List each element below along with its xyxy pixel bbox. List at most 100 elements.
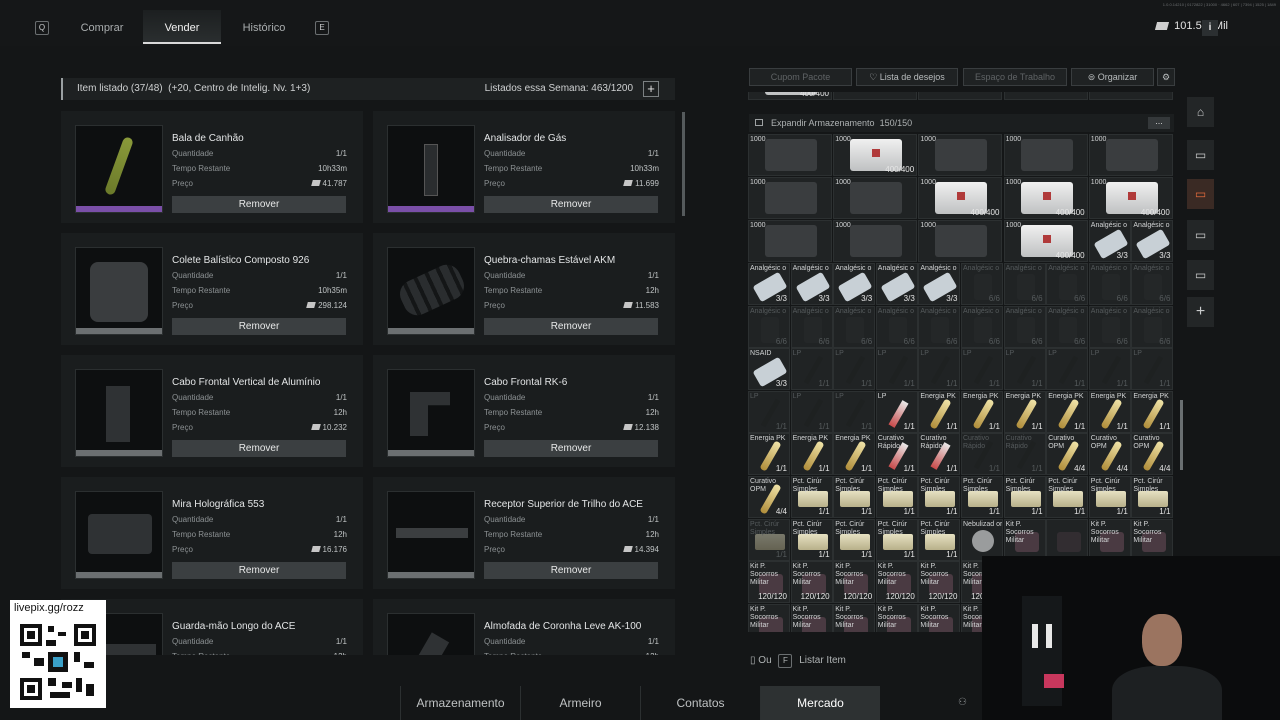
stash-item[interactable]: Analgésic o 6/6 (1003, 305, 1046, 348)
stash-item-large[interactable]: 1000 (748, 134, 832, 176)
plus-icon[interactable]: + (1187, 297, 1214, 327)
stash-item-large[interactable] (1088, 92, 1173, 100)
stash-item[interactable]: Energia PK 1/1 (1046, 390, 1089, 433)
stash-item[interactable]: Energia PK 1/1 (1088, 390, 1131, 433)
stash-item[interactable]: Pct. Cirúr Simples 1/1 (833, 518, 876, 561)
remove-button[interactable]: Remover (172, 562, 346, 579)
stash-item[interactable]: Analgésic o 6/6 (1046, 305, 1089, 348)
stash-item[interactable]: Curativo Rápido 1/1 (961, 433, 1003, 476)
case-icon[interactable]: ▭ (1187, 260, 1214, 290)
stash-item[interactable]: Analgésic o 3/3 (748, 263, 790, 305)
backpack-icon[interactable]: ▭ (1187, 179, 1214, 209)
stash-item[interactable]: Energia PK 1/1 (961, 390, 1003, 433)
nav-armeiro[interactable]: Armeiro (520, 686, 640, 720)
stash-item[interactable]: Kit P. Socorros Militar (748, 603, 790, 632)
listings-scrollbar[interactable] (682, 112, 685, 216)
stash-item[interactable]: Pct. Cirúr Simples 1/1 (1131, 476, 1174, 518)
stash-item[interactable]: LP 1/1 (833, 390, 876, 433)
stash-item[interactable]: Energia PK 1/1 (918, 390, 961, 433)
stash-item[interactable]: LP 1/1 (875, 348, 918, 391)
stash-item[interactable]: LP 1/1 (875, 390, 918, 433)
stash-item[interactable]: LP 1/1 (918, 348, 961, 391)
stash-item[interactable]: Energia PK 1/1 (833, 433, 876, 476)
stash-item[interactable]: Pct. Cirúr Simples 1/1 (1046, 476, 1089, 518)
stash-item-large[interactable]: 1000 400/400 (918, 177, 1003, 219)
stash-item-large[interactable]: 1000 (1088, 134, 1173, 176)
listing-card[interactable]: Quebra-chamas Estável AKM Quantidade 1/1 Te… (373, 233, 675, 345)
listing-card[interactable]: Bala de Canhão Quantidade 1/1 Tempo Restant… (61, 111, 363, 223)
stash-item[interactable]: Curativo Rápido 1/1 (918, 433, 961, 476)
stash-item[interactable]: Analgésic o 6/6 (961, 305, 1003, 348)
stash-item[interactable]: LP 1/1 (790, 348, 833, 391)
remove-button[interactable]: Remover (484, 562, 658, 579)
stash-item[interactable]: Pct. Cirúr Simples 1/1 (1003, 476, 1046, 518)
workspace-button[interactable]: Espaço de Trabalho (963, 68, 1067, 86)
listing-card[interactable]: Cabo Frontal RK-6 Quantidade 1/1 Tempo Rest… (373, 355, 675, 467)
stash-item[interactable]: Kit P. Socorros Militar (1003, 518, 1046, 561)
stash-item[interactable]: Kit P. Socorros Militar 120/120 (790, 561, 833, 604)
stash-item[interactable]: NSAID 3/3 (748, 348, 790, 391)
listing-card[interactable]: Colete Balístico Composto 926 Quantidade 1… (61, 233, 363, 345)
stash-item-large[interactable]: 1000 (748, 177, 832, 219)
remove-button[interactable]: Remover (484, 196, 658, 213)
stash-item[interactable]: Analgésic o 6/6 (918, 305, 961, 348)
stash-item[interactable] (1046, 518, 1089, 561)
stash-item[interactable]: Pct. Cirúr Simples 1/1 (790, 476, 833, 518)
list-item-hint[interactable]: ▯ Ou F Listar Item (750, 654, 846, 668)
stash-item[interactable]: Analgésic o 6/6 (1131, 263, 1174, 305)
stash-item[interactable]: Kit P. Socorros Militar (1088, 518, 1131, 561)
stash-item[interactable]: Analgésic o 6/6 (1003, 263, 1046, 305)
stash-item[interactable]: LP 1/1 (1003, 348, 1046, 391)
organize-button[interactable]: ⊜ Organizar (1071, 68, 1154, 86)
stash-item-large[interactable]: 1000 (748, 220, 832, 262)
stash-item[interactable]: Analgésic o 3/3 (875, 263, 918, 305)
stash-item[interactable]: Kit P. Socorros Militar 120/120 (875, 561, 918, 604)
nav-armazenamento[interactable]: Armazenamento (400, 686, 520, 720)
stash-item[interactable]: Analgésic o 3/3 (1088, 220, 1131, 262)
stash-item-large[interactable]: 1000 400/400 (1088, 177, 1173, 219)
stash-item[interactable]: Analgésic o 6/6 (1046, 263, 1089, 305)
stash-item[interactable]: Analgésic o 6/6 (790, 305, 833, 348)
listing-card[interactable]: Receptor Superior de Trilho do ACE Quanti… (373, 477, 675, 589)
stash-item[interactable]: LP 1/1 (1088, 348, 1131, 391)
stash-item[interactable]: Analgésic o 6/6 (961, 263, 1003, 305)
rig-icon[interactable]: ▭ (1187, 220, 1214, 250)
stash-scrollbar[interactable] (1180, 400, 1183, 470)
tab-historico[interactable]: Histórico (221, 10, 307, 44)
stash-item-large[interactable]: 1000 (833, 177, 918, 219)
settings-gear-icon[interactable]: ⚙ (1157, 68, 1175, 86)
listing-card[interactable]: Almofada de Coronha Leve AK-100 Quantidad… (373, 599, 675, 655)
stash-item[interactable]: LP 1/1 (833, 348, 876, 391)
stash-item[interactable]: Kit P. Socorros Militar (833, 603, 876, 632)
stash-item[interactable]: Energia PK 1/1 (1003, 390, 1046, 433)
stash-item-large[interactable] (833, 92, 918, 100)
info-button[interactable]: i (1202, 20, 1218, 36)
stash-item[interactable]: Kit P. Socorros Militar (875, 603, 918, 632)
stash-item[interactable]: Kit P. Socorros Militar 120/120 (833, 561, 876, 604)
stash-item[interactable]: LP 1/1 (1131, 348, 1174, 391)
stash-item[interactable]: Pct. Cirúr Simples 1/1 (833, 476, 876, 518)
stash-item[interactable]: LP 1/1 (961, 348, 1003, 391)
stash-item[interactable]: Kit P. Socorros Militar (1131, 518, 1174, 561)
stash-item-large[interactable]: 1000 (1003, 134, 1088, 176)
nav-contatos[interactable]: Contatos (640, 686, 760, 720)
stash-icon[interactable]: ▭ (1187, 140, 1214, 170)
stash-item[interactable]: Curativo Rápido 1/1 (875, 433, 918, 476)
stash-item[interactable]: Kit P. Socorros Militar (790, 603, 833, 632)
remove-button[interactable]: Remover (484, 318, 658, 335)
stash-item[interactable]: Nebulizad or (961, 518, 1003, 561)
stash-item[interactable]: Pct. Cirúr Simples 1/1 (961, 476, 1003, 518)
stash-item[interactable]: Kit P. Socorros Militar (918, 603, 961, 632)
stash-item-large[interactable]: 1000 (918, 220, 1003, 262)
stash-item-large[interactable]: 400/400 (748, 92, 832, 100)
stash-item[interactable]: LP 1/1 (790, 390, 833, 433)
stash-item[interactable]: Analgésic o 6/6 (1088, 305, 1131, 348)
stash-item-large[interactable]: 1000 400/400 (1003, 220, 1088, 262)
stash-item-large[interactable] (1003, 92, 1088, 100)
stash-item[interactable]: Pct. Cirúr Simples 1/1 (748, 518, 790, 561)
expand-more-button[interactable]: ... (1148, 117, 1170, 129)
nav-mercado[interactable]: Mercado (760, 686, 880, 720)
tab-vender[interactable]: Vender (143, 10, 221, 44)
stash-item[interactable]: Energia PK 1/1 (748, 433, 790, 476)
stash-item[interactable]: Pct. Cirúr Simples 1/1 (1088, 476, 1131, 518)
